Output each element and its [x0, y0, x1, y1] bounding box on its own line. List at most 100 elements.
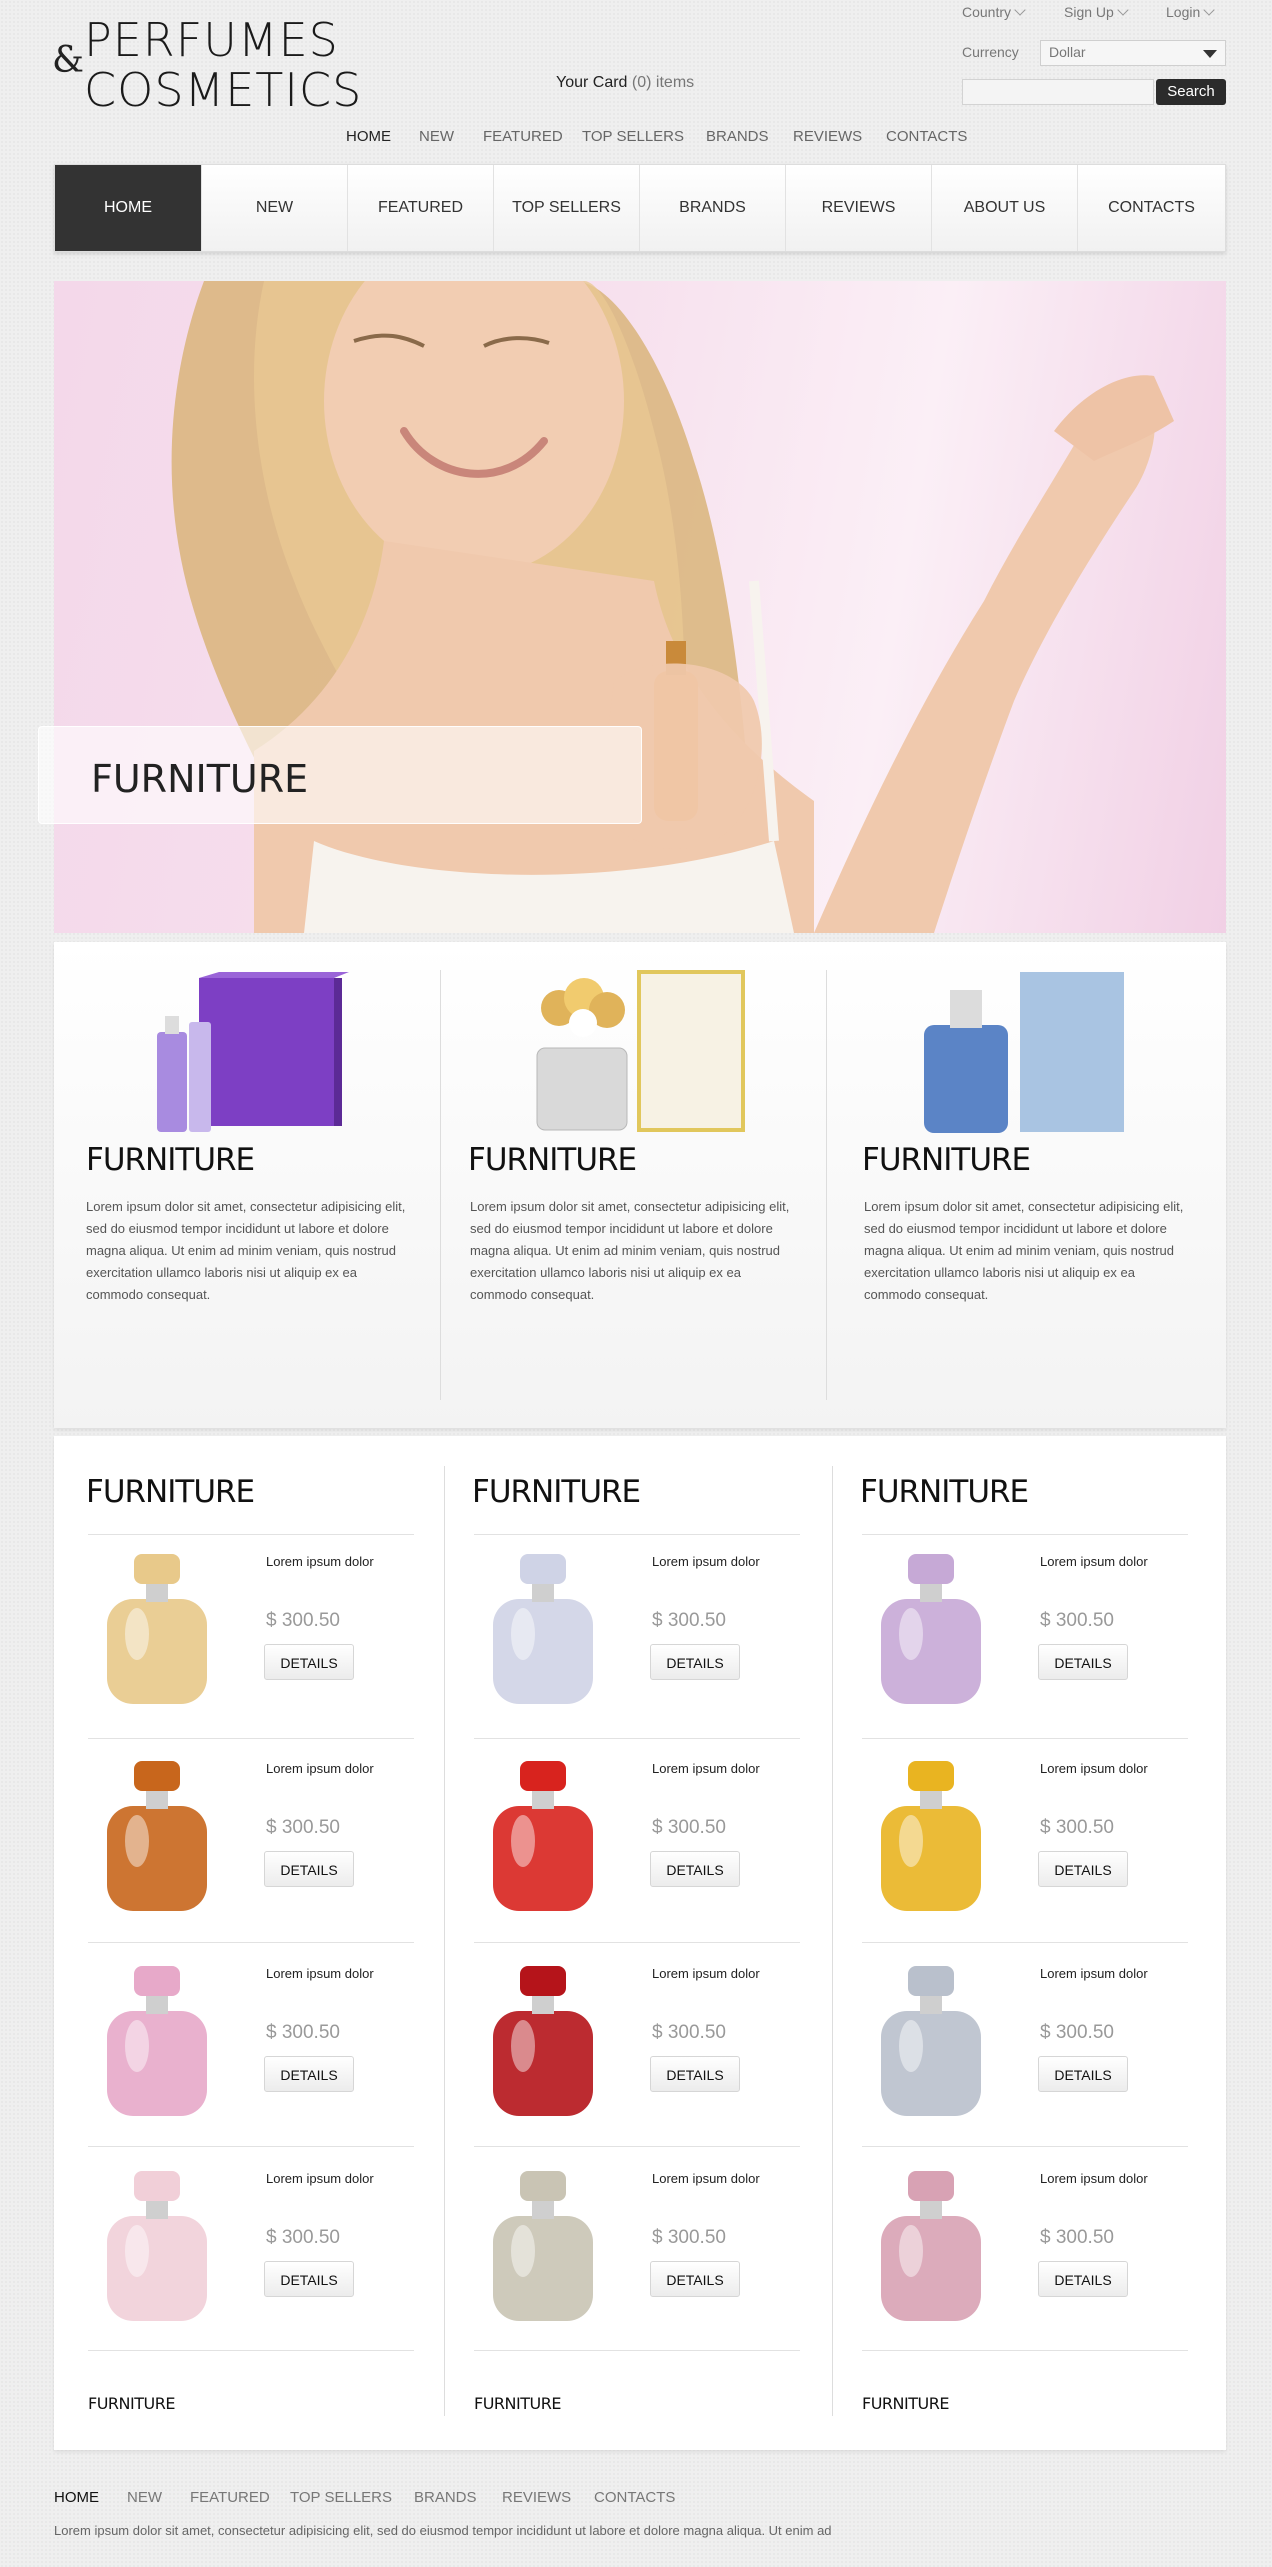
logo-line-2: COSMETICS: [84, 63, 363, 117]
product-column-footer[interactable]: FURNITURE: [88, 2394, 175, 2413]
divider: [444, 1466, 445, 2416]
topnav-top-sellers[interactable]: TOP SELLERS: [582, 128, 684, 145]
mainnav-about-us[interactable]: ABOUT US: [932, 165, 1078, 251]
product-column-footer[interactable]: FURNITURE: [862, 2394, 949, 2413]
product-name[interactable]: Lorem ipsum dolor: [266, 1966, 374, 1981]
product-price: $ 300.50: [652, 1817, 726, 1838]
chevron-down-icon: [1014, 4, 1026, 16]
details-button[interactable]: DETAILS: [1038, 1644, 1128, 1680]
search-input[interactable]: [962, 79, 1154, 105]
divider: [440, 970, 441, 1400]
product-name[interactable]: Lorem ipsum dolor: [266, 1761, 374, 1776]
product-name[interactable]: Lorem ipsum dolor: [1040, 2171, 1148, 2186]
site-logo[interactable]: & PERFUMES COSMETICS: [52, 10, 361, 120]
perfume-bottle-icon[interactable]: [82, 1544, 232, 1714]
product-name[interactable]: Lorem ipsum dolor: [652, 1554, 760, 1569]
feature-title: FURNITURE: [86, 1142, 255, 1178]
logo-line-1: PERFUMES: [84, 13, 339, 67]
cart-count: (0): [631, 74, 652, 91]
details-button[interactable]: DETAILS: [650, 1644, 740, 1680]
product-name[interactable]: Lorem ipsum dolor: [1040, 1761, 1148, 1776]
country-dropdown[interactable]: Country: [962, 4, 1026, 20]
perfume-bottle-icon[interactable]: [856, 1956, 1006, 2126]
perfume-bottle-icon[interactable]: [82, 2161, 232, 2331]
row-divider: [474, 1738, 800, 1739]
mainnav-top-sellers[interactable]: TOP SELLERS: [494, 165, 640, 251]
row-divider: [862, 1942, 1188, 1943]
products-section: FURNITURE Lorem ipsum dolor $ 300.50 DETAIL…: [54, 1436, 1226, 2450]
chevron-down-icon: [1117, 4, 1129, 16]
signup-dropdown[interactable]: Sign Up: [1064, 4, 1129, 20]
hero-caption[interactable]: FURNITURE: [38, 726, 642, 824]
search-button[interactable]: Search: [1156, 79, 1226, 105]
details-button[interactable]: DETAILS: [1038, 1851, 1128, 1887]
details-button[interactable]: DETAILS: [264, 2056, 354, 2092]
mainnav-new[interactable]: NEW: [202, 165, 348, 251]
feature-title: FURNITURE: [468, 1142, 637, 1178]
hero-banner[interactable]: [54, 281, 1226, 933]
logo-ampersand: &: [52, 40, 85, 81]
product-name[interactable]: Lorem ipsum dolor: [652, 1966, 760, 1981]
perfume-eternity-icon: [924, 972, 1124, 1133]
country-label: Country: [962, 4, 1012, 20]
details-button[interactable]: DETAILS: [264, 1644, 354, 1680]
hero-illustration: [171, 281, 1174, 933]
main-nav: HOME NEW FEATURED TOP SELLERS BRANDS REV…: [54, 164, 1226, 252]
footer-nav-home[interactable]: HOME: [54, 2489, 99, 2506]
perfume-bottle-icon[interactable]: [468, 1544, 618, 1714]
footer-text: Lorem ipsum dolor sit amet, consectetur …: [54, 2523, 832, 2538]
mainnav-featured[interactable]: FEATURED: [348, 165, 494, 251]
features-section: FURNITURE Lorem ipsum dolor sit amet, co…: [54, 942, 1226, 1428]
product-name[interactable]: Lorem ipsum dolor: [266, 1554, 374, 1569]
row-divider: [474, 2146, 800, 2147]
mainnav-contacts[interactable]: CONTACTS: [1078, 165, 1225, 251]
mainnav-home[interactable]: HOME: [55, 165, 202, 251]
perfume-bottle-icon[interactable]: [82, 1751, 232, 1921]
details-button[interactable]: DETAILS: [650, 2261, 740, 2297]
perfume-daisy-icon: [536, 970, 745, 1132]
mainnav-brands[interactable]: BRANDS: [640, 165, 786, 251]
topnav-new[interactable]: NEW: [419, 128, 454, 145]
topnav-contacts[interactable]: CONTACTS: [886, 128, 967, 145]
perfume-bottle-icon[interactable]: [82, 1956, 232, 2126]
perfume-bottle-icon[interactable]: [468, 1956, 618, 2126]
details-button[interactable]: DETAILS: [650, 1851, 740, 1887]
product-price: $ 300.50: [1040, 2022, 1114, 2043]
product-column-title: FURNITURE: [472, 1474, 641, 1510]
feature-text: Lorem ipsum dolor sit amet, consectetur …: [470, 1199, 790, 1302]
footer-nav-new[interactable]: NEW: [127, 2489, 162, 2506]
row-divider: [862, 2146, 1188, 2147]
perfume-bottle-icon[interactable]: [856, 1751, 1006, 1921]
product-name[interactable]: Lorem ipsum dolor: [1040, 1554, 1148, 1569]
details-button[interactable]: DETAILS: [264, 1851, 354, 1887]
product-name[interactable]: Lorem ipsum dolor: [652, 1761, 760, 1776]
topnav-home[interactable]: HOME: [346, 128, 391, 145]
footer-nav-contacts[interactable]: CONTACTS: [594, 2489, 675, 2506]
footer-nav-brands[interactable]: BRANDS: [414, 2489, 477, 2506]
topnav-featured[interactable]: FEATURED: [483, 128, 563, 145]
footer-nav-top-sellers[interactable]: TOP SELLERS: [290, 2489, 392, 2506]
details-button[interactable]: DETAILS: [264, 2261, 354, 2297]
perfume-bottle-icon[interactable]: [856, 2161, 1006, 2331]
currency-select[interactable]: Dollar: [1040, 40, 1226, 66]
perfume-bottle-icon[interactable]: [856, 1544, 1006, 1714]
product-name[interactable]: Lorem ipsum dolor: [1040, 1966, 1148, 1981]
login-dropdown[interactable]: Login: [1166, 4, 1215, 20]
topnav-reviews[interactable]: REVIEWS: [793, 128, 862, 145]
product-name[interactable]: Lorem ipsum dolor: [652, 2171, 760, 2186]
details-button[interactable]: DETAILS: [1038, 2261, 1128, 2297]
cart-summary[interactable]: Your Card (0) items: [556, 74, 694, 92]
mainnav-reviews[interactable]: REVIEWS: [786, 165, 932, 251]
row-divider: [88, 2350, 414, 2351]
product-column-footer[interactable]: FURNITURE: [474, 2394, 561, 2413]
perfume-bottle-icon[interactable]: [468, 2161, 618, 2331]
footer-nav-featured[interactable]: FEATURED: [190, 2489, 270, 2506]
product-name[interactable]: Lorem ipsum dolor: [266, 2171, 374, 2186]
details-button[interactable]: DETAILS: [650, 2056, 740, 2092]
perfume-bottle-icon[interactable]: [468, 1751, 618, 1921]
divider: [832, 1466, 833, 2416]
topnav-brands[interactable]: BRANDS: [706, 128, 769, 145]
details-button[interactable]: DETAILS: [1038, 2056, 1128, 2092]
product-price: $ 300.50: [1040, 2227, 1114, 2248]
footer-nav-reviews[interactable]: REVIEWS: [502, 2489, 571, 2506]
